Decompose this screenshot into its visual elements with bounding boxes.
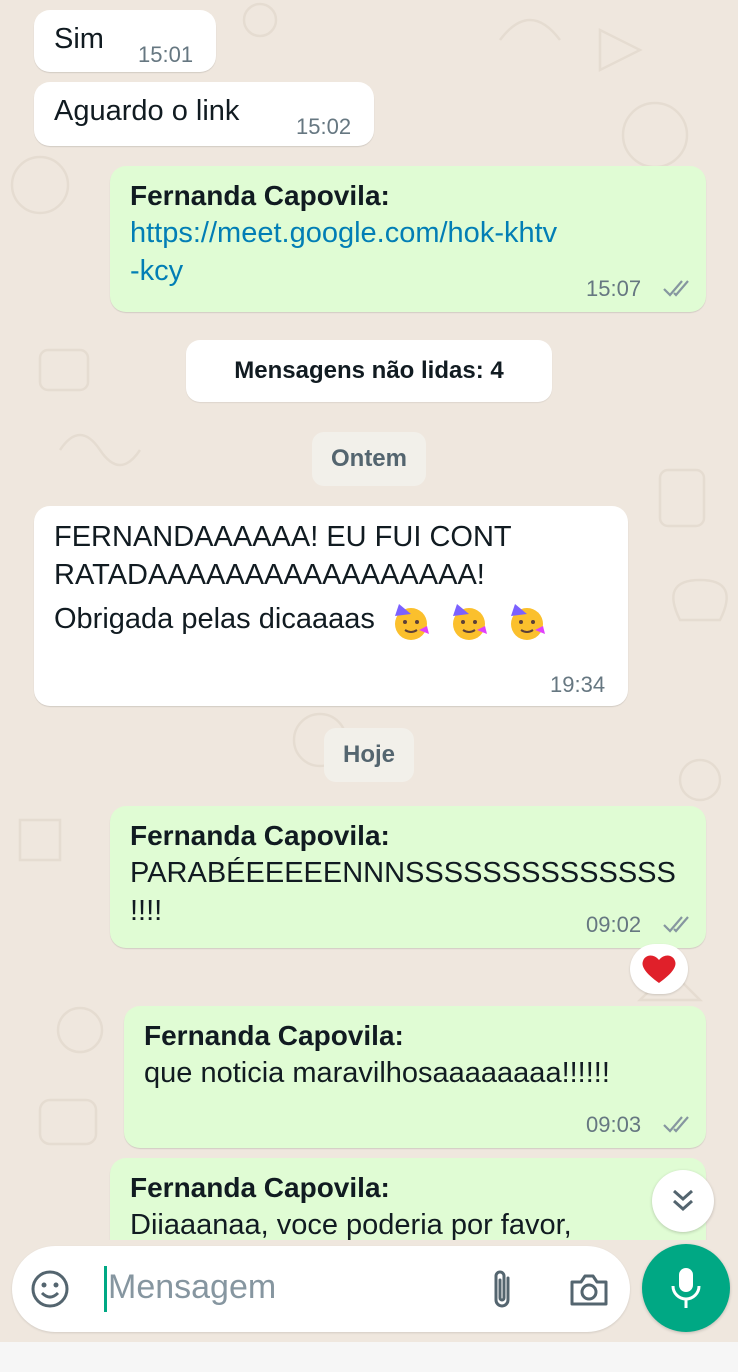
message-text-line: RATADAAAAAAAAAAAAAAAAA! — [54, 559, 485, 591]
outgoing-message[interactable]: Fernanda Capovila: que noticia maravilho… — [124, 1006, 706, 1148]
message-composer[interactable]: Mensagem — [12, 1246, 630, 1332]
read-ticks-icon — [663, 916, 689, 933]
heart-emoji — [642, 955, 676, 983]
incoming-message[interactable]: FERNANDAAAAAA! EU FUI CONT RATADAAAAAAAA… — [34, 506, 628, 706]
message-text-line: FERNANDAAAAAA! EU FUI CONT — [54, 521, 512, 553]
message-time: 09:02 — [586, 912, 642, 937]
camera-icon[interactable] — [568, 1272, 610, 1308]
party-face-emoji — [394, 604, 429, 641]
message-text: que noticia maravilhosaaaaaaaa!!!!!! — [144, 1057, 610, 1089]
outgoing-message[interactable]: Fernanda Capovila: Diiaaanaa, voce poder… — [110, 1158, 706, 1240]
attach-icon[interactable] — [488, 1268, 520, 1312]
message-time: 09:03 — [586, 1112, 642, 1137]
sender-name: Fernanda Capovila: — [130, 180, 390, 211]
mic-icon — [671, 1268, 701, 1308]
chat-area[interactable]: Sim 15:01 Aguardo o link 15:02 Fernanda … — [0, 0, 738, 1240]
double-chevron-down-icon — [673, 1189, 693, 1212]
text-cursor — [104, 1266, 107, 1312]
message-time: 15:01 — [138, 42, 194, 67]
message-time: 15:02 — [296, 114, 352, 139]
sender-name: Fernanda Capovila: — [130, 820, 390, 851]
read-ticks-icon — [663, 1116, 689, 1133]
message-text-line: Obrigada pelas dicaaaas — [54, 603, 375, 635]
message-input[interactable]: Mensagem — [108, 1268, 276, 1307]
incoming-message[interactable]: Aguardo o link 15:02 — [34, 82, 374, 146]
date-separator: Hoje — [324, 728, 414, 782]
emoji-icon[interactable] — [30, 1269, 70, 1309]
sender-name: Fernanda Capovila: — [130, 1172, 390, 1203]
message-time: 19:34 — [550, 672, 606, 697]
party-face-emoji — [511, 604, 546, 641]
party-face-emoji — [452, 604, 487, 641]
system-navigation-bar — [0, 1342, 738, 1372]
message-reaction[interactable] — [630, 944, 688, 994]
voice-message-button[interactable] — [642, 1244, 730, 1332]
unread-messages-banner: Mensagens não lidas: 4 — [186, 340, 552, 402]
scroll-to-bottom-button[interactable] — [652, 1170, 714, 1232]
incoming-message[interactable]: Sim 15:01 — [34, 10, 216, 72]
sender-name: Fernanda Capovila: — [144, 1020, 404, 1051]
outgoing-message[interactable]: Fernanda Capovila: PARABÉEEEEENNNSSSSSSS… — [110, 806, 706, 948]
message-link[interactable]: https://meet.google.com/hok-khtv — [130, 214, 686, 252]
message-text-line: PARABÉEEEEENNNSSSSSSSSSSSSSS — [130, 857, 676, 889]
message-text: Diiaaanaa, voce poderia por favor, — [130, 1209, 572, 1240]
message-time: 15:07 — [586, 276, 642, 301]
read-ticks-icon — [663, 280, 689, 297]
date-separator: Ontem — [312, 432, 426, 486]
outgoing-message[interactable]: Fernanda Capovila: https://meet.google.c… — [110, 166, 706, 312]
